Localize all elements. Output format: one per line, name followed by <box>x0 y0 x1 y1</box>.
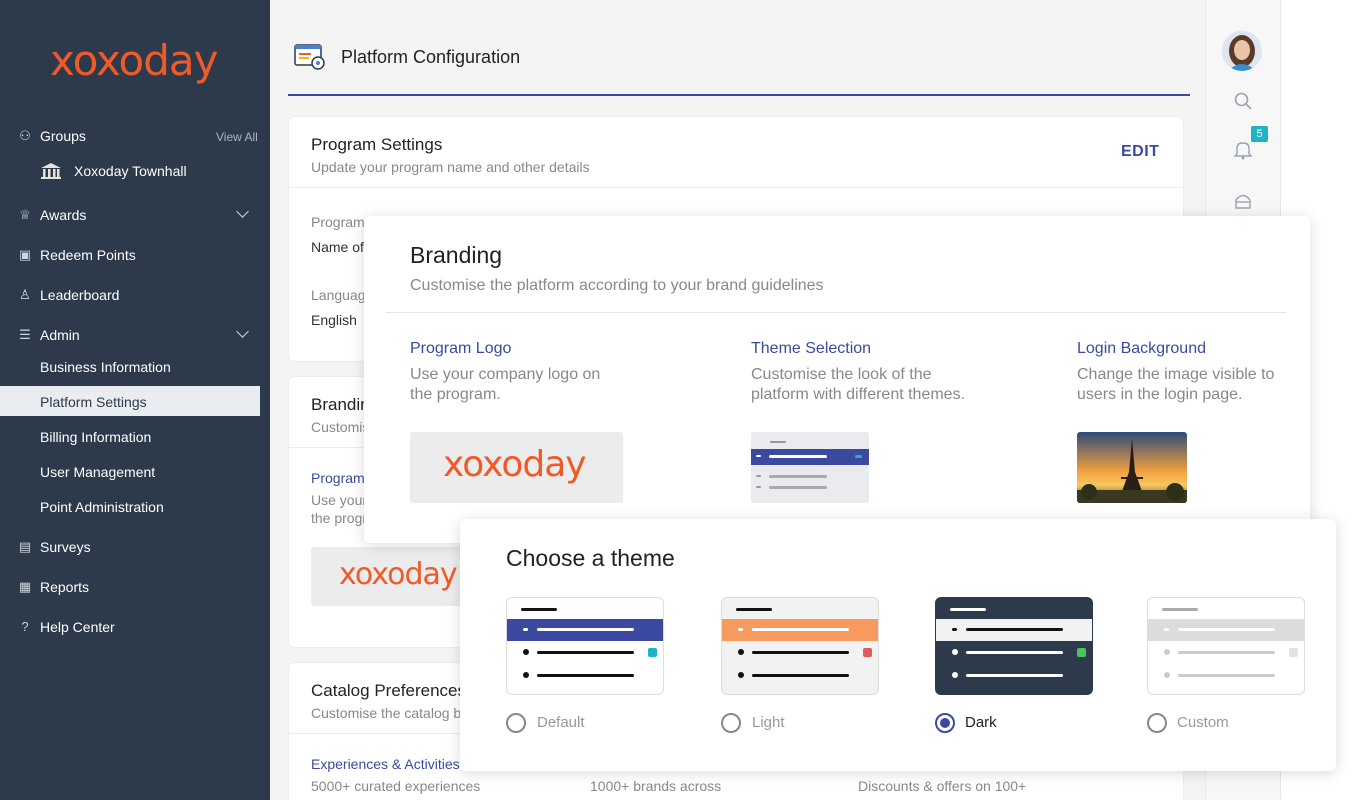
theme-light-preview[interactable] <box>721 597 879 695</box>
notification-badge: 5 <box>1251 126 1268 142</box>
theme-dialog: Choose a theme Default Light Dark Custom <box>460 519 1336 771</box>
help-icon: ? <box>21 619 29 634</box>
language-value: English <box>311 312 357 328</box>
page-title: Platform Configuration <box>341 47 521 67</box>
view-all-link[interactable]: View All <box>216 130 258 144</box>
catalog-brands-text: 1000+ brands across <box>590 778 722 794</box>
nav-redeem-points[interactable]: ▣ Redeem Points <box>18 247 136 263</box>
rewards-icon[interactable] <box>1234 190 1252 210</box>
nav-redeem-label: Redeem Points <box>40 247 136 263</box>
edit-button[interactable]: EDIT <box>1121 143 1159 161</box>
logo-preview-text: xoxoday <box>339 557 458 592</box>
group-item-townhall[interactable]: Xoxoday Townhall <box>74 163 187 179</box>
survey-icon: ▤ <box>18 539 32 554</box>
nav-surveys[interactable]: ▤ Surveys <box>18 539 91 555</box>
admin-item-user-management[interactable]: User Management <box>40 464 155 480</box>
theme-light-label[interactable]: Light <box>752 714 785 731</box>
login-background-image[interactable] <box>1077 432 1187 503</box>
branding-card-title: Brandin <box>311 395 370 414</box>
brand-logo[interactable]: xoxoday <box>50 36 218 85</box>
nav-leaderboard[interactable]: ♙ Leaderboard <box>18 287 119 303</box>
search-icon[interactable] <box>1234 92 1252 110</box>
logo-preview-bg: xoxoday <box>311 547 471 606</box>
podium-icon: ♙ <box>19 287 31 302</box>
title-underline <box>288 94 1190 96</box>
nav-reports[interactable]: ▦ Reports <box>18 579 89 595</box>
townhall-icon <box>40 162 62 180</box>
report-icon: ▦ <box>18 579 32 594</box>
theme-default-radio[interactable] <box>506 713 526 733</box>
login-background-link[interactable]: Login Background <box>1077 340 1206 358</box>
branding-card-text2: the progr <box>311 510 368 526</box>
sidebar: xoxoday ⚇ Groups View All Xoxoday Townha… <box>0 0 270 800</box>
awards-chevron-down-icon[interactable] <box>236 205 249 218</box>
program-logo-desc2: the program. <box>410 386 501 403</box>
program-logo-preview[interactable]: xoxoday <box>410 432 623 503</box>
branding-panel: Branding Customise the platform accordin… <box>364 216 1310 543</box>
divider <box>386 312 1286 313</box>
theme-selection-preview[interactable] <box>751 432 869 503</box>
avatar[interactable] <box>1222 31 1262 71</box>
admin-item-billing-information[interactable]: Billing Information <box>40 429 151 445</box>
nav-help-label: Help Center <box>40 619 115 635</box>
branding-subtitle: Customise the platform according to your… <box>410 277 824 294</box>
theme-default-label[interactable]: Default <box>537 714 585 731</box>
nav-admin[interactable]: ☰ Admin <box>18 327 80 343</box>
program-settings-subtitle: Update your program name and other detai… <box>311 159 590 175</box>
theme-custom-radio[interactable] <box>1147 713 1167 733</box>
theme-dark-label[interactable]: Dark <box>965 714 997 731</box>
program-settings-title: Program Settings <box>311 135 443 154</box>
admin-item-point-administration[interactable]: Point Administration <box>40 499 164 515</box>
login-background-desc: Change the image visible to <box>1077 366 1275 383</box>
nav-reports-label: Reports <box>40 579 90 595</box>
program-name-label: Program <box>311 214 365 230</box>
nav-groups-label: Groups <box>40 128 86 144</box>
nav-awards-label: Awards <box>40 207 87 223</box>
login-background-desc2: users in the login page. <box>1077 386 1243 403</box>
branding-title: Branding <box>410 242 503 268</box>
nav-groups[interactable]: ⚇ Groups <box>18 128 86 144</box>
sliders-icon: ☰ <box>19 327 31 342</box>
theme-custom-label[interactable]: Custom <box>1177 714 1229 731</box>
theme-light-radio[interactable] <box>721 713 741 733</box>
nav-admin-label: Admin <box>40 327 80 343</box>
program-name-value: Name of <box>311 239 364 255</box>
branding-card-subtitle: Customis <box>311 419 370 435</box>
theme-selection-desc2: platform with different themes. <box>751 386 966 403</box>
theme-selection-desc: Customise the look of the <box>751 366 932 383</box>
theme-dark-radio[interactable] <box>935 713 955 733</box>
nav-surveys-label: Surveys <box>40 539 91 555</box>
branding-card-link[interactable]: Program <box>311 470 365 486</box>
trophy-icon: ♕ <box>19 207 31 222</box>
platform-config-icon <box>294 43 326 71</box>
theme-dark-preview[interactable] <box>935 597 1093 695</box>
admin-item-platform-settings[interactable]: Platform Settings <box>40 394 147 410</box>
divider <box>289 187 1185 188</box>
catalog-experiences-link[interactable]: Experiences & Activities <box>311 756 460 772</box>
theme-default-preview[interactable] <box>506 597 664 695</box>
program-logo-text: xoxoday <box>443 444 587 485</box>
catalog-discounts-text: Discounts & offers on 100+ <box>858 778 1027 794</box>
program-logo-link[interactable]: Program Logo <box>410 340 511 358</box>
groups-icon: ⚇ <box>19 128 31 143</box>
catalog-experiences-text: 5000+ curated experiences <box>311 778 481 794</box>
catalog-subtitle: Customise the catalog b <box>311 705 462 721</box>
branding-card-text: Use your <box>311 492 368 508</box>
gift-icon: ▣ <box>18 247 32 262</box>
admin-chevron-down-icon[interactable] <box>236 325 249 338</box>
nav-help-center[interactable]: ? Help Center <box>18 619 115 635</box>
theme-dialog-title: Choose a theme <box>506 545 675 571</box>
theme-selection-link[interactable]: Theme Selection <box>751 340 871 358</box>
admin-item-business-information[interactable]: Business Information <box>40 359 171 375</box>
nav-awards[interactable]: ♕ Awards <box>18 207 86 223</box>
nav-leaderboard-label: Leaderboard <box>40 287 120 303</box>
program-logo-desc: Use your company logo on <box>410 366 601 383</box>
theme-custom-preview[interactable] <box>1147 597 1305 695</box>
bell-icon[interactable] <box>1233 140 1253 160</box>
catalog-title: Catalog Preferences <box>311 681 466 700</box>
